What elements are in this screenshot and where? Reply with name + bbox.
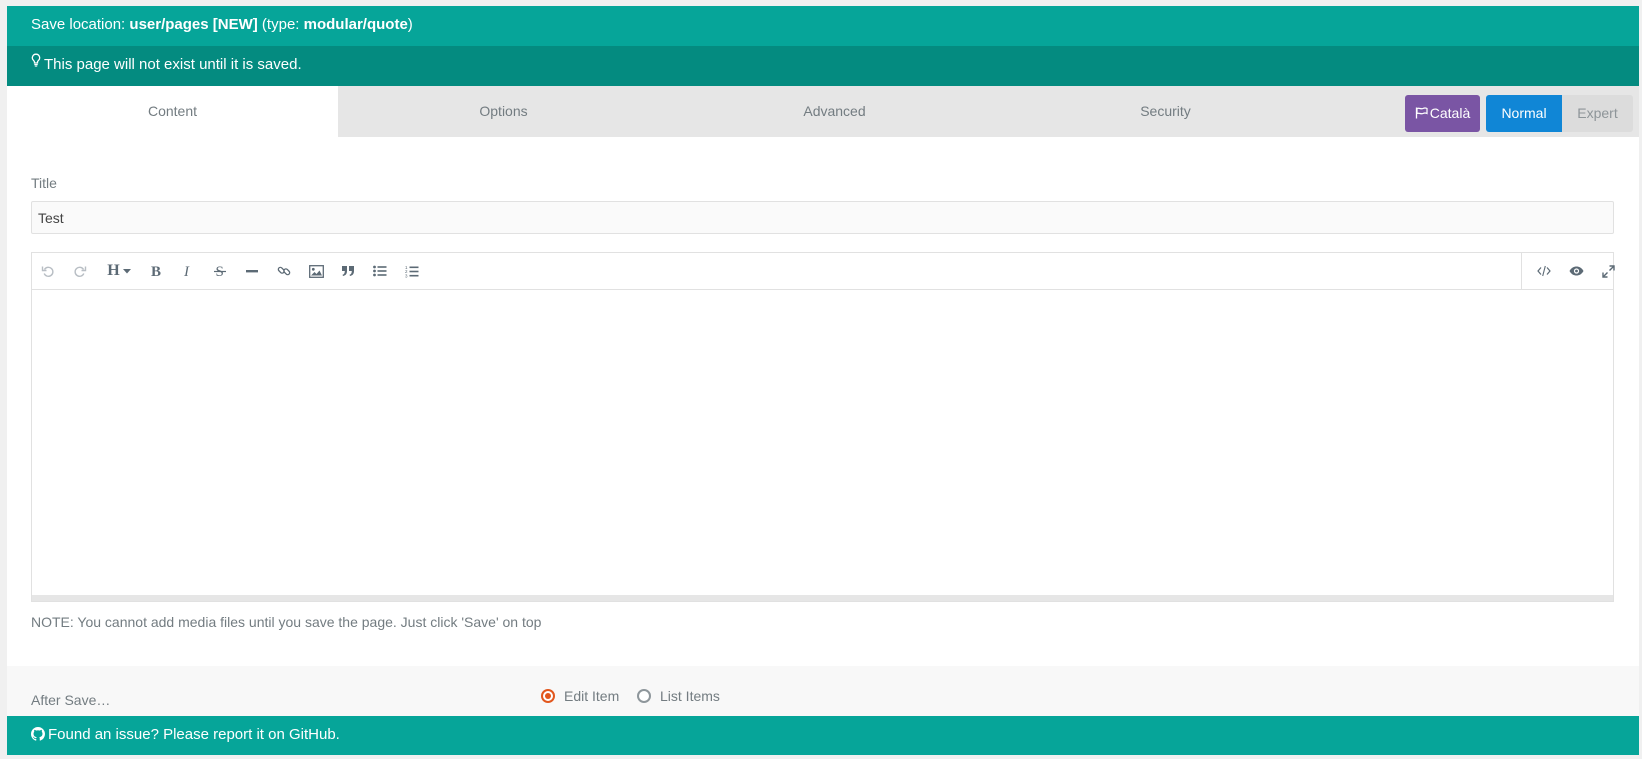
- title-input[interactable]: [31, 201, 1614, 234]
- radio-list-items[interactable]: List Items: [637, 688, 720, 704]
- save-type-suffix: ): [407, 16, 413, 33]
- tab-security[interactable]: Security: [1000, 86, 1331, 137]
- radio-edit-item-indicator[interactable]: [541, 689, 555, 703]
- italic-icon[interactable]: I: [177, 260, 199, 282]
- tab-advanced[interactable]: Advanced: [669, 86, 1000, 137]
- radio-edit-item[interactable]: Edit Item: [541, 688, 619, 704]
- markdown-editor: H B I S: [31, 252, 1615, 602]
- numbered-list-icon[interactable]: 123: [401, 260, 423, 282]
- bold-icon[interactable]: B: [145, 260, 167, 282]
- lightbulb-icon: [31, 44, 41, 82]
- tab-options[interactable]: Options: [338, 86, 669, 137]
- tab-content[interactable]: Content: [7, 86, 338, 137]
- title-label: Title: [31, 175, 57, 191]
- save-location-path: user/pages [NEW]: [129, 16, 258, 33]
- github-issue-text: Found an issue? Please report it on GitH…: [48, 726, 340, 743]
- toolbar-divider: [1521, 253, 1522, 290]
- preview-icon[interactable]: [1565, 260, 1587, 282]
- strikethrough-icon[interactable]: S: [209, 260, 231, 282]
- save-type-value: modular/quote: [303, 16, 408, 33]
- github-icon: [31, 727, 45, 741]
- tab-bar: Content Options Advanced Security Català…: [7, 86, 1639, 137]
- radio-list-items-indicator[interactable]: [637, 689, 651, 703]
- save-type-prefix: (type:: [257, 16, 304, 33]
- after-save-section: After Save… Edit Item List Items: [7, 666, 1639, 716]
- language-button[interactable]: Català: [1405, 95, 1480, 132]
- link-icon[interactable]: [273, 260, 295, 282]
- svg-text:B: B: [151, 264, 161, 278]
- normal-mode-button[interactable]: Normal: [1486, 95, 1562, 132]
- editor-status-bar: [32, 595, 1613, 601]
- editor-toolbar: H B I S: [32, 253, 1615, 290]
- editor-text-area[interactable]: [32, 290, 1613, 590]
- image-icon[interactable]: [305, 260, 327, 282]
- language-label: Català: [1429, 105, 1471, 121]
- horizontal-rule-icon[interactable]: [241, 260, 263, 282]
- expert-mode-button[interactable]: Expert: [1562, 95, 1633, 132]
- flag-icon: [1415, 107, 1428, 119]
- quote-icon[interactable]: [337, 260, 359, 282]
- bullet-list-icon[interactable]: [369, 260, 391, 282]
- media-note: NOTE: You cannot add media files until y…: [31, 614, 542, 630]
- code-view-icon[interactable]: [1533, 260, 1555, 282]
- fullscreen-icon[interactable]: [1597, 260, 1619, 282]
- undo-icon[interactable]: [37, 260, 59, 282]
- radio-list-items-label: List Items: [660, 688, 720, 704]
- after-save-label: After Save…: [31, 692, 111, 708]
- github-issue-bar[interactable]: Found an issue? Please report it on GitH…: [7, 716, 1639, 755]
- unsaved-notice-text: This page will not exist until it is sav…: [44, 56, 302, 73]
- unsaved-notice-bar: This page will not exist until it is sav…: [7, 46, 1639, 86]
- radio-edit-item-label: Edit Item: [564, 688, 620, 704]
- save-location-prefix: Save location:: [31, 16, 130, 33]
- svg-text:I: I: [183, 264, 190, 278]
- page-frame: Save location: user/pages [NEW] (type: m…: [7, 6, 1639, 755]
- heading-glyph: H: [107, 262, 120, 279]
- svg-text:3: 3: [405, 273, 408, 278]
- redo-icon[interactable]: [69, 260, 91, 282]
- save-location-bar: Save location: user/pages [NEW] (type: m…: [7, 6, 1639, 46]
- heading-icon[interactable]: H: [104, 260, 134, 282]
